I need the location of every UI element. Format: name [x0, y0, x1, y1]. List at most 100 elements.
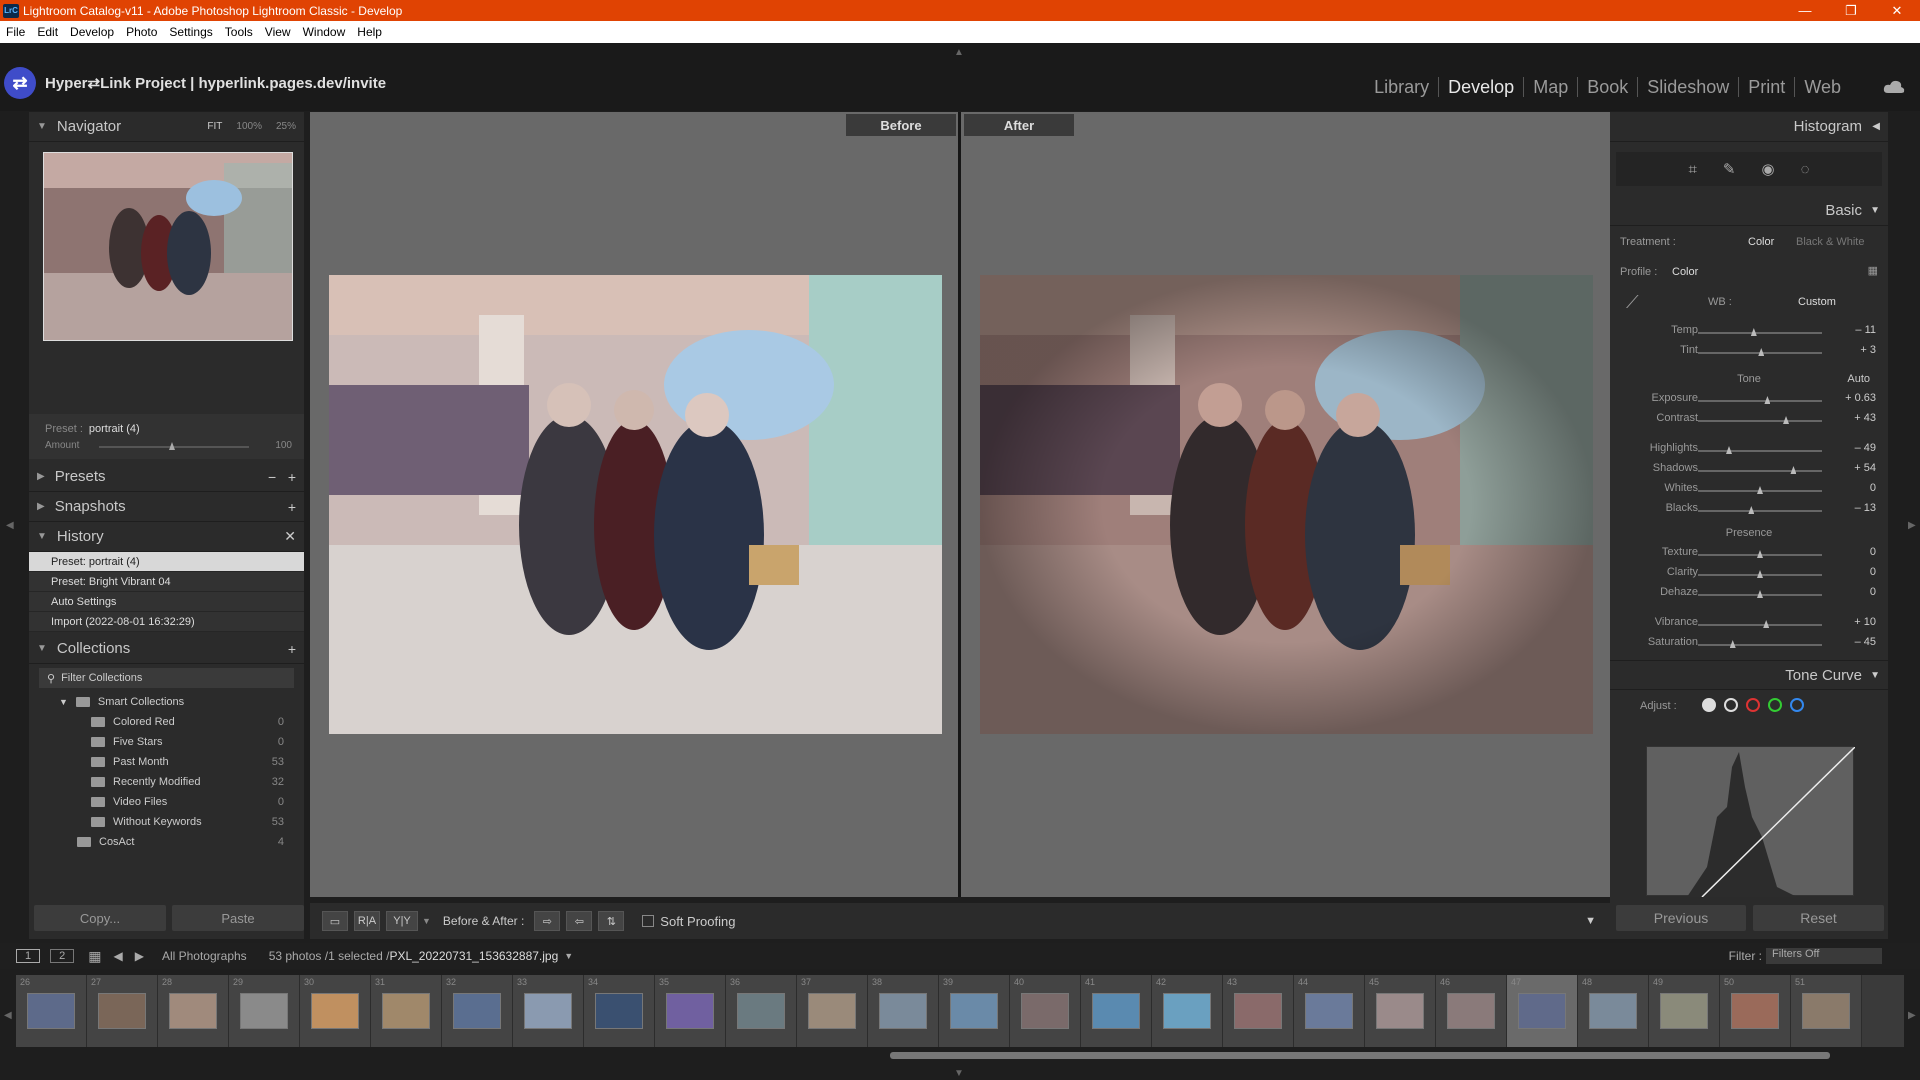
- tone-curve-header[interactable]: Tone Curve ▼: [1610, 660, 1888, 690]
- slider-value[interactable]: 0: [1870, 586, 1876, 598]
- slider-row-temp[interactable]: Temp – 11: [1610, 324, 1888, 340]
- tone-auto-button[interactable]: Auto: [1847, 370, 1870, 388]
- collection-item[interactable]: Five Stars 0: [29, 732, 304, 752]
- filter-select[interactable]: Filters Off: [1766, 948, 1882, 964]
- tone-curve-graph[interactable]: [1646, 746, 1856, 898]
- slider-value[interactable]: – 49: [1855, 442, 1876, 454]
- filmstrip-thumbnail[interactable]: 42: [1152, 975, 1223, 1047]
- history-header[interactable]: ▼ History ✕: [29, 522, 304, 552]
- module-map[interactable]: Map: [1524, 77, 1579, 97]
- collection-item[interactable]: Without Keywords 53: [29, 812, 304, 832]
- filmstrip-thumbnail[interactable]: 50: [1720, 975, 1791, 1047]
- profile-browser-icon[interactable]: ▦: [1868, 264, 1878, 277]
- slider-row-blacks[interactable]: Blacks – 13: [1610, 502, 1888, 518]
- filmstrip-thumbnail[interactable]: 35: [655, 975, 726, 1047]
- slider-row-exposure[interactable]: Exposure + 0.63: [1610, 392, 1888, 408]
- menu-help[interactable]: Help: [357, 25, 382, 39]
- slider-row-dehaze[interactable]: Dehaze 0: [1610, 586, 1888, 602]
- module-web[interactable]: Web: [1795, 77, 1850, 97]
- top-panel-toggle-icon[interactable]: ▲: [954, 47, 964, 58]
- filmstrip-left-arrow-icon[interactable]: ◀: [4, 1010, 12, 1021]
- filmstrip-thumbnail[interactable]: 46: [1436, 975, 1507, 1047]
- navigator-preview[interactable]: [43, 152, 293, 341]
- copy-settings-button[interactable]: Copy...: [34, 905, 166, 931]
- filmstrip-thumbnail[interactable]: 34: [584, 975, 655, 1047]
- slider-row-highlights[interactable]: Highlights – 49: [1610, 442, 1888, 458]
- profile-select[interactable]: Color: [1672, 266, 1698, 278]
- slider-value[interactable]: 0: [1870, 482, 1876, 494]
- menu-file[interactable]: File: [6, 25, 25, 39]
- filmstrip-thumbnail[interactable]: 27: [87, 975, 158, 1047]
- menu-tools[interactable]: Tools: [225, 25, 253, 39]
- left-panel-toggle-icon[interactable]: ◀: [6, 520, 14, 531]
- module-print[interactable]: Print: [1739, 77, 1796, 97]
- before-after-view-button[interactable]: Y|Y: [386, 911, 418, 931]
- menu-settings[interactable]: Settings: [169, 25, 212, 39]
- filmstrip-thumbnail[interactable]: 30: [300, 975, 371, 1047]
- crop-icon[interactable]: ⌗: [1688, 161, 1696, 178]
- histogram-header[interactable]: Histogram ◀: [1610, 112, 1888, 142]
- navigator-header[interactable]: ▼ Navigator FIT 100% 25%: [29, 112, 304, 142]
- slider-row-vibrance[interactable]: Vibrance + 10: [1610, 616, 1888, 632]
- slider-row-tint[interactable]: Tint + 3: [1610, 344, 1888, 360]
- paste-settings-button[interactable]: Paste: [172, 905, 304, 931]
- copy-before-to-after-icon[interactable]: ⇨: [534, 911, 561, 931]
- presets-header[interactable]: ▶ Presets − +: [29, 462, 304, 492]
- slider-value[interactable]: + 10: [1854, 616, 1876, 628]
- slider-row-texture[interactable]: Texture 0: [1610, 546, 1888, 562]
- menu-edit[interactable]: Edit: [37, 25, 58, 39]
- filmstrip-thumbnail[interactable]: 39: [939, 975, 1010, 1047]
- zoom-25[interactable]: 25%: [276, 121, 296, 132]
- snapshots-add-icon[interactable]: +: [288, 499, 296, 515]
- slider-track[interactable]: [1698, 644, 1822, 646]
- filmstrip-thumbnail[interactable]: 43: [1223, 975, 1294, 1047]
- wb-select[interactable]: Custom: [1798, 296, 1836, 308]
- collection-item[interactable]: Colored Red 0: [29, 712, 304, 732]
- filmstrip-thumbnail[interactable]: 31: [371, 975, 442, 1047]
- bottom-panel-toggle-icon[interactable]: ▼: [954, 1068, 964, 1079]
- blue-channel-icon[interactable]: [1790, 698, 1804, 712]
- minimize-button[interactable]: —: [1782, 0, 1828, 21]
- selected-filename[interactable]: PXL_20220731_153632887.jpg: [389, 949, 558, 963]
- slider-track[interactable]: [1698, 332, 1822, 334]
- filmstrip-thumbnail[interactable]: 26: [16, 975, 87, 1047]
- filmstrip-thumbnail[interactable]: 29: [229, 975, 300, 1047]
- slider-track[interactable]: [1698, 510, 1822, 512]
- filmstrip-right-arrow-icon[interactable]: ▶: [1908, 1010, 1916, 1021]
- filmstrip-thumbnail[interactable]: 38: [868, 975, 939, 1047]
- treatment-color-option[interactable]: Color: [1748, 236, 1774, 248]
- filmstrip-thumbnail[interactable]: 47: [1507, 975, 1578, 1047]
- slider-row-contrast[interactable]: Contrast + 43: [1610, 412, 1888, 428]
- filename-dropdown-icon[interactable]: ▼: [564, 951, 573, 961]
- module-book[interactable]: Book: [1578, 77, 1639, 97]
- filmstrip-thumbnail[interactable]: 41: [1081, 975, 1152, 1047]
- filmstrip-thumbnail[interactable]: 28: [158, 975, 229, 1047]
- filmstrip-thumbnail[interactable]: 44: [1294, 975, 1365, 1047]
- copy-after-to-before-icon[interactable]: ⇦: [566, 911, 593, 931]
- filmstrip-thumbnail[interactable]: 37: [797, 975, 868, 1047]
- basic-header[interactable]: Basic ▼: [1610, 196, 1888, 226]
- grid-view-icon[interactable]: ▦: [88, 948, 101, 965]
- filmstrip-thumbnail[interactable]: 33: [513, 975, 584, 1047]
- toolbar-options-arrow-icon[interactable]: ▼: [1585, 915, 1596, 927]
- menu-photo[interactable]: Photo: [126, 25, 157, 39]
- collections-header[interactable]: ▼ Collections +: [29, 634, 304, 664]
- filmstrip-thumbnail[interactable]: 51: [1791, 975, 1862, 1047]
- history-item[interactable]: Preset: Bright Vibrant 04: [29, 572, 304, 592]
- slider-row-whites[interactable]: Whites 0: [1610, 482, 1888, 498]
- parametric-curve-icon[interactable]: [1702, 698, 1716, 712]
- history-item[interactable]: Auto Settings: [29, 592, 304, 612]
- reference-view-icon[interactable]: R|A: [354, 911, 380, 931]
- maximize-button[interactable]: ❐: [1828, 0, 1874, 21]
- filmstrip-thumbnail[interactable]: 48: [1578, 975, 1649, 1047]
- menu-view[interactable]: View: [265, 25, 291, 39]
- menu-develop[interactable]: Develop: [70, 25, 114, 39]
- history-clear-icon[interactable]: ✕: [284, 528, 296, 545]
- before-photo[interactable]: [329, 275, 942, 734]
- slider-track[interactable]: [1698, 624, 1822, 626]
- close-button[interactable]: ✕: [1874, 0, 1920, 21]
- healing-brush-icon[interactable]: ✎: [1723, 160, 1736, 178]
- red-channel-icon[interactable]: [1746, 698, 1760, 712]
- slider-track[interactable]: [1698, 420, 1822, 422]
- swap-before-after-icon[interactable]: ⇅: [598, 911, 625, 931]
